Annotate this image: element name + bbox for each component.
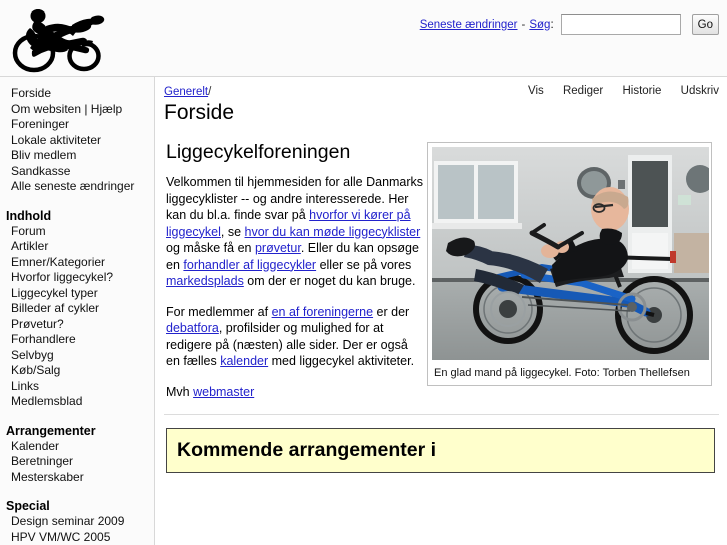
link-markedsplads[interactable]: markedsplads (166, 274, 244, 288)
page-body: Forside Om websiten | Hjælp Foreninger L… (0, 77, 727, 545)
search-colon: : (550, 18, 554, 31)
content-divider (164, 414, 719, 415)
recumbent-rider-photo[interactable] (432, 147, 709, 360)
sidebar-item-bliv-medlem[interactable]: Bliv medlem (11, 148, 154, 164)
breadcrumb-separator: / (208, 86, 212, 98)
article-paragraph-3: Mvh webmaster (166, 384, 424, 401)
sidebar-item-artikler[interactable]: Artikler (11, 239, 154, 255)
sidebar-item-forum[interactable]: Forum (11, 224, 154, 240)
tab-vis[interactable]: Vis (528, 85, 544, 97)
sidebar-item-sandkasse[interactable]: Sandkasse (11, 164, 154, 180)
link-hvor-du-kan-moede[interactable]: hvor du kan møde liggecyklister (245, 225, 421, 239)
p2-text-1: For medlemmer af (166, 304, 272, 319)
sidebar-item-lokale-aktiviteter[interactable]: Lokale aktiviteter (11, 133, 154, 149)
sidebar-item-hvorfor-liggecykel[interactable]: Hvorfor liggecykel? (11, 270, 154, 286)
upcoming-events-heading: Kommende arrangementer i (177, 439, 436, 461)
sidebar-item-koeb-salg[interactable]: Køb/Salg (11, 363, 154, 379)
header-separator: - (521, 18, 526, 31)
p3-text-1: Mvh (166, 384, 194, 399)
search-input[interactable] (560, 14, 681, 35)
p1-text-5: eller se på vores (316, 257, 412, 272)
p1-text-2: , se (220, 224, 245, 239)
site-logo[interactable] (8, 2, 148, 74)
sidebar-item-selvbyg[interactable]: Selvbyg (11, 348, 154, 364)
link-en-af-foreningerne[interactable]: en af foreningerne (272, 305, 373, 319)
tab-udskriv[interactable]: Udskriv (681, 85, 719, 97)
header-utility-bar: Seneste ændringer - Søg : Go (420, 14, 719, 35)
p2-text-4: med liggecykel aktiviteter. (268, 354, 415, 368)
p1-text-6: om der er noget du kan bruge. (243, 274, 416, 288)
sidebar-item-alle-seneste-aendringer[interactable]: Alle seneste ændringer (11, 179, 154, 195)
sidebar-heading-special: Special (6, 499, 50, 513)
article-paragraph-1: Velkommen til hjemmesiden for alle Danma… (166, 174, 424, 290)
p2-text-2: er der (373, 304, 410, 319)
upcoming-events-box: Kommende arrangementer i (166, 428, 715, 473)
sidebar-item-links[interactable]: Links (11, 379, 154, 395)
sidebar-heading-arrangementer: Arrangementer (6, 423, 96, 438)
figure-caption: En glad mand på liggecykel. Foto: Torben… (432, 360, 707, 385)
sidebar-section-arrangementer: Kalender Beretninger Mesterskaber (11, 439, 154, 486)
article-body: Velkommen til hjemmesiden for alle Danma… (166, 174, 424, 400)
sidebar-item-emner-kategorier[interactable]: Emner/Kategorier (11, 255, 154, 271)
sidebar-heading-indhold: Indhold (6, 208, 52, 223)
site-header: Seneste ændringer - Søg : Go (0, 0, 727, 77)
link-webmaster[interactable]: webmaster (193, 385, 254, 399)
sidebar-top-links: Forside Om websiten | Hjælp Foreninger L… (11, 86, 154, 195)
link-forhandler-af-liggecykler[interactable]: forhandler af liggecykler (183, 258, 316, 272)
sidebar-item-om-websiten[interactable]: Om websiten | Hjælp (11, 102, 154, 118)
recumbent-bicycle-logo-icon (12, 9, 105, 73)
article-figure: En glad mand på liggecykel. Foto: Torben… (427, 142, 712, 386)
sidebar-item-mesterskaber[interactable]: Mesterskaber (11, 470, 154, 486)
page-root: Seneste ændringer - Søg : Go Forside Om … (0, 0, 727, 545)
sidebar-item-medlemsblad[interactable]: Medlemsblad (11, 394, 154, 410)
sidebar-section-indhold: Forum Artikler Emner/Kategorier Hvorfor … (11, 224, 154, 410)
tab-historie[interactable]: Historie (622, 85, 661, 97)
page-action-tabs: Vis Rediger Historie Udskriv (512, 85, 719, 97)
tab-rediger[interactable]: Rediger (563, 85, 603, 97)
sidebar-item-beretninger[interactable]: Beretninger (11, 454, 154, 470)
p1-text-3: og måske få en (166, 241, 255, 255)
sidebar-item-design-seminar-2009[interactable]: Design seminar 2009 (11, 514, 154, 530)
recent-changes-link[interactable]: Seneste ændringer (420, 19, 518, 31)
sidebar-item-kalender[interactable]: Kalender (11, 439, 154, 455)
link-proevetur[interactable]: prøvetur (255, 241, 301, 255)
page-title: Forside (164, 101, 235, 124)
article-paragraph-2: For medlemmer af en af foreningerne er d… (166, 304, 424, 370)
sidebar-item-proevetur[interactable]: Prøvetur? (11, 317, 154, 333)
sidebar-item-billeder-af-cykler[interactable]: Billeder af cykler (11, 301, 154, 317)
sidebar-section-special: Design seminar 2009 HPV VM/WC 2005 (11, 514, 154, 545)
sidebar-item-hpv-vm-wc-2005[interactable]: HPV VM/WC 2005 (11, 530, 154, 545)
link-debatfora[interactable]: debatfora (166, 321, 219, 335)
main-content: Vis Rediger Historie Udskriv Generelt/ F… (155, 77, 727, 545)
search-go-button[interactable]: Go (691, 14, 719, 35)
search-link[interactable]: Søg (529, 19, 550, 31)
sidebar-item-forside[interactable]: Forside (11, 86, 154, 102)
sidebar-item-liggecykel-typer[interactable]: Liggecykel typer (11, 286, 154, 302)
article: En glad mand på liggecykel. Foto: Torben… (164, 140, 719, 473)
sidebar: Forside Om websiten | Hjælp Foreninger L… (0, 77, 155, 545)
sidebar-item-foreninger[interactable]: Foreninger (11, 117, 154, 133)
sidebar-item-forhandlere[interactable]: Forhandlere (11, 332, 154, 348)
link-kalender[interactable]: kalender (220, 354, 268, 368)
breadcrumb-parent-link[interactable]: Generelt (164, 86, 208, 98)
